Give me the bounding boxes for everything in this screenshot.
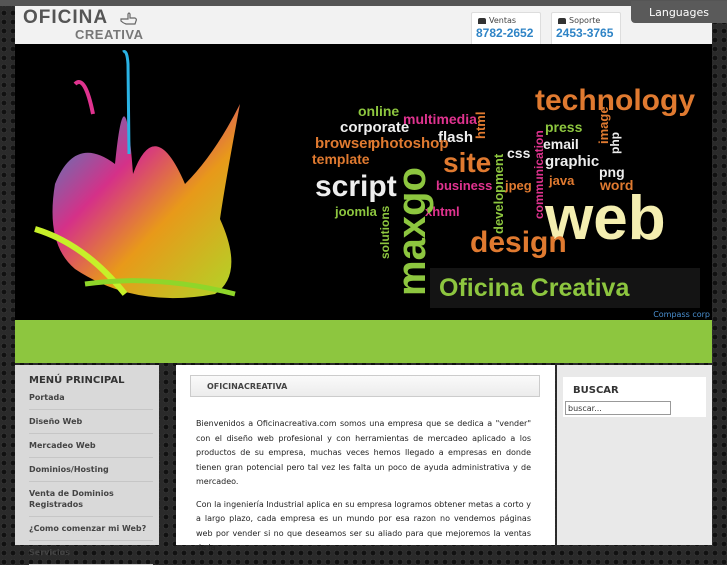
phone-icon (478, 17, 486, 24)
menu-item-mercadeo-web[interactable]: Mercadeo Web (29, 434, 153, 458)
sales-label-row: Ventas (478, 16, 540, 25)
banner-word-browser: browser (315, 135, 374, 152)
main-menu-title: MENÚ PRINCIPAL (29, 375, 125, 386)
main-content: OFICINACREATIVA Bienvenidos a Oficinacre… (176, 365, 555, 552)
banner-word-graphic: graphic (545, 153, 599, 170)
banner-credit[interactable]: Compass corp (653, 310, 710, 319)
support-label-row: Soporte (558, 16, 620, 25)
sales-label: Ventas (489, 16, 517, 25)
header: OFICINA CREATIVA Ventas 8782-2652 Soport… (15, 6, 712, 46)
banner-word-online: online (358, 103, 399, 119)
banner-word-php: php (608, 132, 622, 154)
pointing-hand-icon (120, 12, 137, 25)
banner-tagline: Oficina Creativa (439, 274, 630, 302)
banner-word-html: html (473, 112, 488, 139)
right-sidebar: BUSCAR (557, 365, 712, 545)
support-label: Soporte (569, 16, 601, 25)
banner-word-photoshop: photoshop (371, 135, 448, 152)
paint-splash-graphic (34, 50, 240, 299)
search-input[interactable] (565, 401, 671, 415)
left-sidebar: MENÚ PRINCIPAL Portada Diseño Web Mercad… (15, 365, 159, 565)
banner-word-multimedia: multimedia (403, 111, 477, 127)
phone-icon (558, 17, 566, 24)
logo-text-creativa: CREATIVA (75, 27, 144, 42)
languages-button[interactable]: Languages (631, 1, 727, 23)
banner-word-css: css (507, 145, 531, 161)
banner-word-site: site (443, 147, 491, 178)
green-bar (15, 320, 712, 363)
support-phone-box[interactable]: Soporte 2453-3765 (551, 12, 621, 46)
banner-word-script: script (315, 170, 397, 203)
banner-word-joomla: joomla (334, 204, 378, 219)
banner-word-business: business (436, 178, 492, 193)
banner-word-email: email (543, 136, 579, 152)
sales-phone-number: 8782-2652 (476, 26, 534, 40)
article-paragraph-2: Con la ingeniería Industrial aplica en s… (196, 499, 531, 553)
menu-item-como-comenzar[interactable]: ¿Como comenzar mi Web? (29, 517, 153, 541)
search-title: BUSCAR (573, 385, 619, 396)
hero-banner: online multimedia html technology corpor… (15, 44, 712, 320)
menu-item-portada[interactable]: Portada (29, 386, 153, 410)
site-logo[interactable]: OFICINA CREATIVA (23, 8, 144, 42)
banner-word-solutions: solutions (378, 205, 392, 259)
article-body: Bienvenidos a Oficinacreativa.com somos … (196, 417, 531, 564)
article-title: OFICINACREATIVA (190, 375, 540, 397)
menu-item-venta-dominios[interactable]: Venta de Dominios Registrados (29, 482, 153, 517)
banner-word-design: design (470, 226, 567, 259)
banner-word-corporate: corporate (340, 119, 409, 136)
banner-word-maxgo: maxgo (390, 167, 434, 296)
banner-word-technology: technology (535, 84, 695, 117)
article-paragraph-1: Bienvenidos a Oficinacreativa.com somos … (196, 419, 531, 486)
banner-artwork: online multimedia html technology corpor… (34, 50, 700, 308)
banner-word-press: press (545, 119, 583, 135)
banner-word-development: development (491, 153, 506, 234)
sales-phone-box[interactable]: Ventas 8782-2652 (471, 12, 541, 46)
menu-item-dominios-hosting[interactable]: Dominios/Hosting (29, 458, 153, 482)
menu-item-diseno-web[interactable]: Diseño Web (29, 410, 153, 434)
support-phone-number: 2453-3765 (556, 26, 614, 40)
banner-word-jpeg: jpeg (504, 178, 532, 193)
banner-word-template: template (312, 151, 370, 167)
banner-word-communication: communication (532, 130, 546, 219)
